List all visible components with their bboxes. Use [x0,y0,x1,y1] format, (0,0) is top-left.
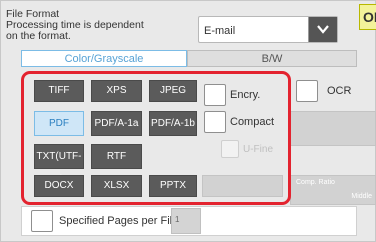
ocr-label: OCR [327,85,352,97]
ocr-settings-panel [290,111,376,146]
ocr-checkbox[interactable] [296,80,318,102]
chevron-down-icon [317,25,329,34]
ok-button[interactable]: OK [359,4,376,30]
format-mode-select[interactable]: E-mail [198,16,338,43]
specified-pages-row: Specified Pages per File 1 [21,206,357,236]
ocr-option[interactable]: OCR [296,80,366,104]
compression-ratio-button[interactable]: Comp. Ratio Middle [290,175,376,205]
tab-bw[interactable]: B/W [187,50,357,67]
processing-time-note-cont: on the format. [6,30,71,42]
specified-pages-checkbox[interactable] [31,210,53,232]
format-highlight-outline [21,71,291,205]
color-mode-tabs: Color/Grayscale B/W [21,50,357,67]
tab-color-grayscale[interactable]: Color/Grayscale [21,50,187,67]
pages-per-file-input[interactable]: 1 [171,208,201,234]
specified-pages-label: Specified Pages per File [59,215,179,227]
file-format-panel: File Format Processing time is dependent… [0,0,376,242]
format-mode-value: E-mail [204,25,236,37]
dropdown-button[interactable] [308,17,337,42]
compression-ratio-label: Comp. Ratio [296,179,335,186]
file-format-label: File Format Processing time is dependent… [6,9,166,42]
compression-ratio-value: Middle [351,193,372,200]
